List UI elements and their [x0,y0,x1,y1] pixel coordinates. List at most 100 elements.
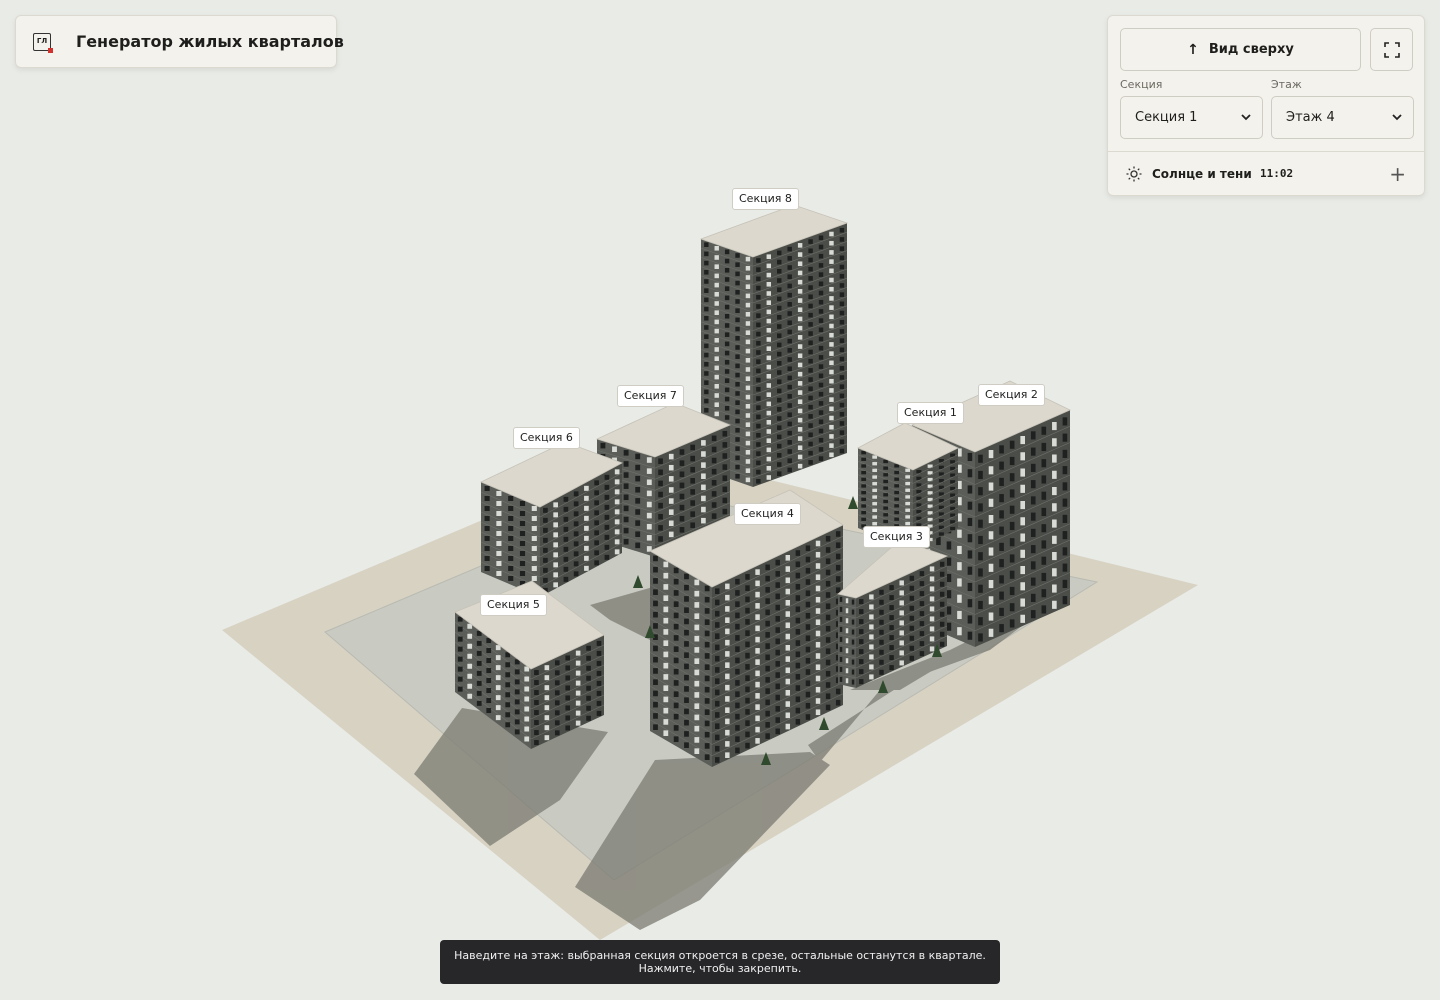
window [756,423,761,429]
window [775,627,780,633]
window [1030,512,1036,521]
window [534,690,539,696]
window [694,635,700,642]
window [457,636,463,642]
window [808,322,813,327]
window [584,555,589,561]
window [604,524,610,530]
window [704,585,710,592]
window [519,511,526,516]
window [745,686,750,693]
section-label-1[interactable]: Секция 1 [897,402,964,424]
section-label-2[interactable]: Секция 2 [978,384,1045,406]
window [635,498,641,504]
window [704,720,710,727]
section-select[interactable]: Секция 1 [1120,96,1263,139]
window [668,498,674,504]
window [999,445,1004,454]
window [1020,565,1026,575]
window [563,516,569,522]
window [496,521,502,526]
section-label-7[interactable]: Секция 7 [617,385,684,407]
window [894,517,900,521]
window [755,738,760,744]
section-label-8[interactable]: Секция 8 [732,188,799,210]
window [725,583,730,590]
window [808,423,813,428]
window [745,339,751,345]
sun-shadows-label: Солнце и тени [1152,167,1252,181]
window [704,664,710,670]
window [725,651,730,657]
window [553,502,558,508]
window [690,455,696,462]
window [596,680,602,686]
window [584,565,589,571]
window [1041,605,1047,614]
window [894,490,900,495]
window [839,227,845,233]
window [765,632,770,638]
window [735,691,740,697]
top-view-button[interactable]: ↑ Вид сверху [1120,28,1361,71]
window [829,369,834,375]
window [797,298,803,303]
window [797,325,803,331]
window [999,591,1004,600]
section-label-4[interactable]: Секция 4 [734,503,801,525]
window [988,628,994,637]
floor-select[interactable]: Этаж 4 [1271,96,1414,139]
window [755,636,760,643]
window [851,649,855,655]
window [755,591,760,598]
sun-shadows-toggle[interactable]: Солнце и тени 11:02 + [1108,152,1424,196]
window [777,333,782,339]
window [604,554,610,560]
window [715,723,720,730]
window [544,725,550,731]
window [694,613,700,619]
window [1009,489,1015,498]
window [999,575,1004,584]
window [486,648,492,654]
window [845,658,849,664]
window [929,576,935,582]
window [519,571,526,576]
window [777,425,782,431]
section-label-6[interactable]: Секция 6 [513,427,580,449]
window [725,729,730,736]
window [725,662,730,668]
window [496,541,502,546]
window [765,722,770,728]
window [714,245,719,251]
window [586,645,591,651]
window [859,659,864,665]
window [872,522,878,526]
window [797,362,803,368]
fullscreen-button[interactable] [1370,28,1413,71]
window [872,475,878,479]
section-label-5[interactable]: Секция 5 [480,594,547,616]
window [795,572,801,579]
window [735,612,740,619]
window [766,410,772,416]
window [829,240,834,246]
window [663,651,669,658]
window [861,484,867,488]
window [756,414,761,420]
window [704,698,710,704]
window [735,668,740,675]
section-label-3[interactable]: Секция 3 [863,526,930,548]
window [653,600,658,607]
window [653,668,658,674]
window [704,361,709,367]
window [1020,484,1026,493]
window [553,522,558,528]
window [869,604,874,610]
window [777,379,782,385]
window [829,397,834,402]
window [554,690,560,696]
window [919,601,925,607]
window [1041,442,1047,452]
window [797,252,803,257]
